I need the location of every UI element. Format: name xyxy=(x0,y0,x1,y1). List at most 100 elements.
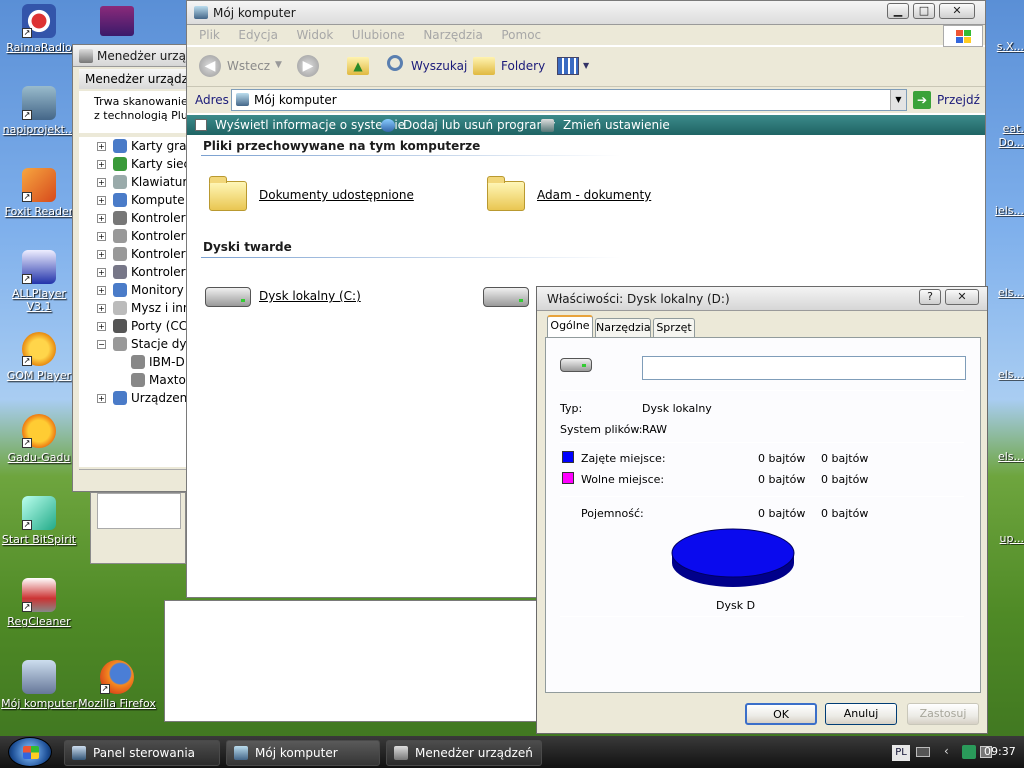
separator xyxy=(560,442,964,443)
expand-icon[interactable]: + xyxy=(97,178,106,187)
desktop-label-clipped[interactable]: iels... xyxy=(982,204,1024,217)
separator xyxy=(560,616,964,617)
menu-item-tools[interactable]: Narzędzia xyxy=(423,28,483,42)
task-add-remove-programs[interactable]: Dodaj lub usuń programy xyxy=(403,115,555,135)
taskbar-item-my-computer[interactable]: Mój komputer xyxy=(226,740,380,766)
folders-icon[interactable] xyxy=(473,57,495,75)
drive-d[interactable] xyxy=(483,283,543,313)
search-icon[interactable] xyxy=(387,55,403,71)
explorer-titlebar[interactable]: Mój komputer ▁ □ ✕ xyxy=(187,1,985,25)
expand-icon[interactable]: + xyxy=(97,286,106,295)
expand-icon[interactable]: + xyxy=(97,214,106,223)
used-space-size: 0 bajtów xyxy=(821,452,869,465)
go-button-label[interactable]: Przejdź xyxy=(937,93,980,107)
section-line xyxy=(201,155,621,156)
expand-icon[interactable]: + xyxy=(97,322,106,331)
back-button-label[interactable]: Wstecz xyxy=(227,56,270,76)
expand-icon[interactable]: + xyxy=(97,232,106,241)
folder-shared-documents[interactable]: Dokumenty udostępnione xyxy=(209,176,449,217)
desktop-icon-my-computer[interactable]: Mój komputer xyxy=(0,660,78,710)
desktop-icon-raimaradio[interactable]: ↗ RaimaRadio xyxy=(0,4,78,54)
apply-button[interactable]: Zastosuj xyxy=(907,703,979,725)
drive-name-input[interactable] xyxy=(642,356,966,380)
desktop-icon-napiprojekt[interactable]: ↗ napiprojekt... xyxy=(0,86,78,136)
menu-item-help[interactable]: Pomoc xyxy=(501,28,541,42)
folder-adam-documents[interactable]: Adam - dokumenty xyxy=(487,176,727,217)
menu-item-favorites[interactable]: Ulubione xyxy=(352,28,405,42)
desktop-label-clipped[interactable]: els... xyxy=(982,368,1024,381)
search-button-label[interactable]: Wyszukaj xyxy=(411,56,467,76)
ok-button[interactable]: OK xyxy=(745,703,817,725)
device-category-icon xyxy=(113,391,127,405)
desktop-icon-firefox[interactable]: ↗ Mozilla Firefox xyxy=(78,660,156,710)
tray-expand-icon[interactable]: ‹ xyxy=(944,744,949,758)
address-dropdown-icon[interactable]: ▼ xyxy=(890,90,906,110)
regcleaner-icon: ↗ xyxy=(22,578,56,612)
language-indicator[interactable]: PL xyxy=(892,745,910,761)
menu-item-view[interactable]: Widok xyxy=(296,28,333,42)
keyboard-icon[interactable] xyxy=(916,747,930,757)
forward-arrow-icon[interactable]: ▶ xyxy=(297,55,319,77)
folder-icon xyxy=(209,176,247,211)
expand-icon[interactable]: + xyxy=(97,250,106,259)
properties-titlebar[interactable]: Właściwości: Dysk lokalny (D:) ? ✕ xyxy=(537,287,987,311)
back-arrow-icon[interactable]: ◀ xyxy=(199,55,221,77)
task-system-info[interactable]: Wyświetl informacje o systemie xyxy=(215,115,405,135)
tab-hardware[interactable]: Sprzęt xyxy=(653,318,695,338)
desktop-label-clipped[interactable]: eat. xyxy=(982,122,1024,135)
taskbar-item-device-manager[interactable]: Menedżer urządzeń xyxy=(386,740,542,766)
task-change-setting[interactable]: Zmień ustawienie xyxy=(563,115,670,135)
menu-item-edit[interactable]: Edycja xyxy=(238,28,278,42)
desktop-label-clipped[interactable]: Do... xyxy=(982,136,1024,149)
taskbar-item-control-panel[interactable]: Panel sterowania xyxy=(64,740,220,766)
tab-tools[interactable]: Narzędzia xyxy=(595,318,651,338)
folders-button-label[interactable]: Foldery xyxy=(501,56,545,76)
desktop-icon-label: Foxit Reader xyxy=(4,205,74,218)
expand-icon[interactable]: + xyxy=(97,160,106,169)
dropdown-arrow-icon[interactable]: ▼ xyxy=(275,60,282,70)
explorer-title: Mój komputer xyxy=(213,6,296,20)
desktop-label-clipped[interactable]: els... xyxy=(982,450,1024,463)
device-tree-label: Klawiatur xyxy=(131,175,188,189)
go-arrow-icon[interactable]: ➔ xyxy=(913,91,931,109)
up-folder-icon[interactable]: ▲ xyxy=(347,57,369,75)
desktop-label-clipped[interactable]: up... xyxy=(982,532,1024,545)
desktop-label-clipped[interactable]: els... xyxy=(982,286,1024,299)
expand-icon[interactable]: + xyxy=(97,196,106,205)
properties-dialog[interactable]: Właściwości: Dysk lokalny (D:) ? ✕ Ogóln… xyxy=(536,286,988,734)
close-button[interactable]: ✕ xyxy=(945,289,979,305)
separator xyxy=(560,390,964,391)
maximize-button[interactable]: □ xyxy=(913,3,935,19)
collapse-icon[interactable]: − xyxy=(97,340,106,349)
desktop-icon-gom[interactable]: ↗ GOM Player xyxy=(0,332,78,382)
desktop-icon-regcleaner[interactable]: ↗ RegCleaner xyxy=(0,578,78,628)
views-icon[interactable] xyxy=(557,57,579,75)
tasks-strip: Wyświetl informacje o systemie Dodaj lub… xyxy=(187,115,985,135)
close-button[interactable]: ✕ xyxy=(939,3,975,19)
winrar-icon[interactable] xyxy=(100,6,134,36)
expand-icon[interactable]: + xyxy=(97,142,106,151)
expand-icon[interactable]: + xyxy=(97,268,106,277)
menu-item-file[interactable]: Plik xyxy=(199,28,220,42)
desktop-icon-gadu[interactable]: ↗ Gadu-Gadu xyxy=(0,414,78,464)
desktop-icon-bitspirit[interactable]: ↗ Start BitSpirit xyxy=(0,496,78,546)
settings-icon xyxy=(541,119,554,132)
expand-icon[interactable]: + xyxy=(97,394,106,403)
clock[interactable]: 09:37 xyxy=(984,745,1016,758)
minimize-button[interactable]: ▁ xyxy=(887,3,909,19)
desktop-icon-foxit[interactable]: ↗ Foxit Reader xyxy=(0,168,78,218)
tray-app-icon[interactable] xyxy=(962,745,976,759)
capacity-size: 0 bajtów xyxy=(821,507,869,520)
device-category-icon xyxy=(113,157,127,171)
drive-c[interactable]: Dysk lokalny (C:) xyxy=(205,283,425,313)
tab-general[interactable]: Ogólne xyxy=(547,315,593,337)
menu-bar: Plik Edycja Widok Ulubione Narzędzia Pom… xyxy=(187,25,985,47)
desktop-icon-allplayer[interactable]: ↗ ALLPlayer V3.1 xyxy=(0,250,78,313)
address-input[interactable]: Mój komputer ▼ xyxy=(231,89,907,111)
start-button[interactable] xyxy=(8,737,52,767)
desktop-label-clipped[interactable]: s.X... xyxy=(982,40,1024,53)
expand-icon[interactable]: + xyxy=(97,304,106,313)
cancel-button[interactable]: Anuluj xyxy=(825,703,897,725)
views-dropdown-icon[interactable]: ▼ xyxy=(583,61,589,70)
help-button[interactable]: ? xyxy=(919,289,941,305)
